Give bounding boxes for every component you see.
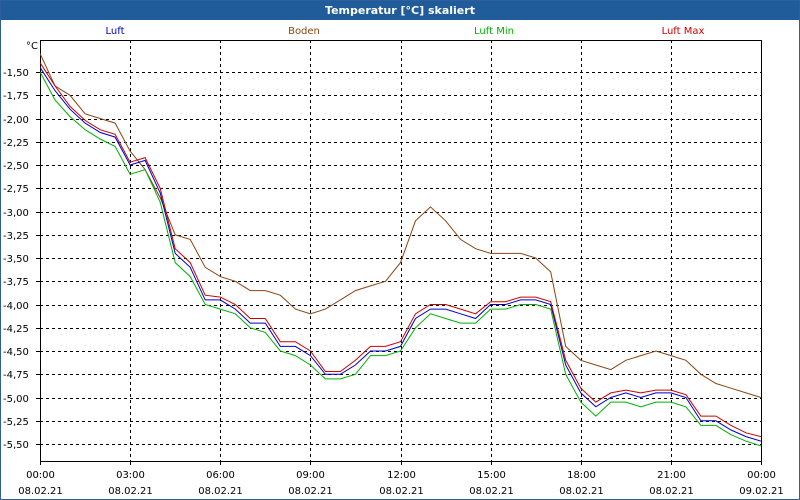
x-tick-date-label: 08.02.21 — [288, 486, 333, 497]
y-tick-label: -5,00 — [3, 394, 29, 405]
chart-window: Temperatur [°C] skaliert °C -1,50 -1,75 -2,… — [0, 0, 800, 500]
y-tick-label: -3,75 — [3, 277, 29, 288]
y-tick-label: -2,50 — [3, 161, 29, 172]
y-tick-label: -4,00 — [3, 301, 29, 312]
y-tick-label: -3,00 — [3, 208, 29, 219]
x-tick-date-label: 08.02.21 — [198, 486, 243, 497]
chart-title: Temperatur [°C] skaliert — [1, 1, 799, 20]
x-tick-time-label: 06:00 — [206, 470, 235, 481]
y-tick-label: -2,25 — [3, 138, 29, 149]
temperature-chart: °C -1,50 -1,75 -2,00 -2,25 -2,50 -2,75 -3,00 -3,… — [3, 26, 784, 497]
y-tick-label: -1,50 — [3, 68, 29, 79]
y-tick-label: -4,50 — [3, 347, 29, 358]
x-tick-time-label: 03:00 — [116, 470, 145, 481]
x-tick-date-label: 08.02.21 — [379, 486, 424, 497]
y-tick-label: -2,00 — [3, 115, 29, 126]
x-tick-date-label: 08.02.21 — [649, 486, 694, 497]
y-tick-label: -5,50 — [3, 440, 29, 451]
x-tick-time-label: 21:00 — [657, 470, 686, 481]
y-tick-label: -5,25 — [3, 417, 29, 428]
x-tick-time-label: 18:00 — [567, 470, 596, 481]
legend-entry-boden: Boden — [288, 26, 320, 37]
x-tick-time-label: 00:00 — [26, 470, 55, 481]
y-tick-label: -4,75 — [3, 370, 29, 381]
x-tick-time-label: 15:00 — [477, 470, 506, 481]
y-tick-label: -2,75 — [3, 184, 29, 195]
x-tick-date-label: 09.02.21 — [739, 486, 784, 497]
x-tick-date-label: 08.02.21 — [469, 486, 514, 497]
y-tick-label: -3,50 — [3, 254, 29, 265]
legend-entry-luft-max: Luft Max — [662, 26, 705, 37]
y-axis-unit-label: °C — [26, 41, 38, 52]
x-tick-date-label: 08.02.21 — [108, 486, 153, 497]
y-tick-label: -3,25 — [3, 231, 29, 242]
x-tick-time-label: 12:00 — [387, 470, 416, 481]
x-tick-date-label: 08.02.21 — [559, 486, 604, 497]
x-tick-time-label: 09:00 — [296, 470, 325, 481]
y-tick-label: -4,25 — [3, 324, 29, 335]
legend-entry-luft: Luft — [106, 26, 125, 37]
legend-entry-luft-min: Luft Min — [474, 26, 514, 37]
x-tick-time-label: 00:00 — [747, 470, 776, 481]
x-tick-date-label: 08.02.21 — [18, 486, 63, 497]
y-tick-label: -1,75 — [3, 91, 29, 102]
